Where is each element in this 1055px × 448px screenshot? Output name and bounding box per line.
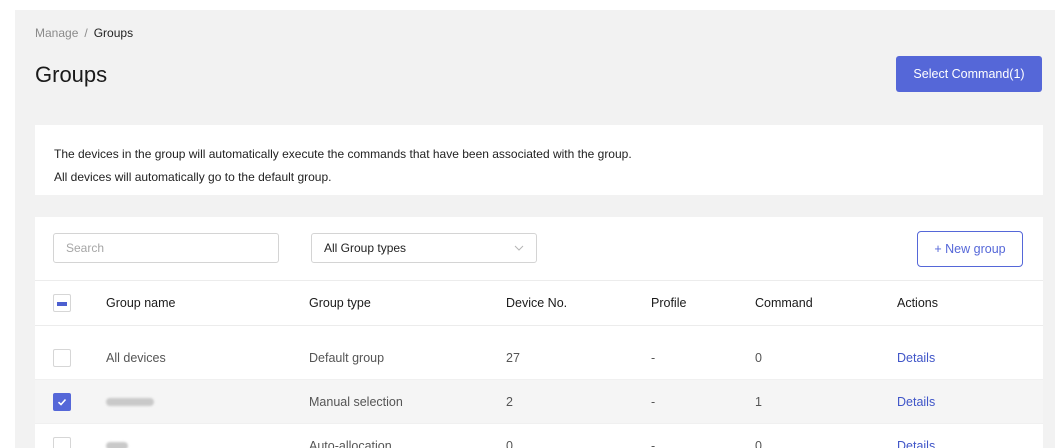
breadcrumb-separator: / xyxy=(84,26,88,40)
checkmark-icon xyxy=(57,398,67,406)
group-type-cell: Auto-allocation xyxy=(309,438,392,448)
details-link[interactable]: Details xyxy=(897,336,935,379)
breadcrumb-current: Groups xyxy=(93,26,134,40)
group-name-cell xyxy=(106,380,154,423)
profile-cell: - xyxy=(651,394,656,409)
column-header-device-no[interactable]: Device No. xyxy=(506,281,567,325)
select-command-button[interactable]: Select Command(1) xyxy=(896,56,1042,92)
group-type-cell: Default group xyxy=(309,350,385,365)
device-count-cell: 27 xyxy=(506,350,520,365)
table-row[interactable]: All devices Default group 27 - 0 Details xyxy=(35,336,1043,380)
table-row[interactable]: Auto-allocation 0 - 0 Details xyxy=(35,424,1043,448)
profile-cell: - xyxy=(651,350,656,365)
page-title: Groups xyxy=(35,62,108,87)
column-header-group-type[interactable]: Group type xyxy=(309,281,371,325)
column-header-actions: Actions xyxy=(897,296,938,310)
profile-cell: - xyxy=(651,438,656,448)
row-checkbox[interactable] xyxy=(53,437,71,448)
column-header-group-name[interactable]: Group name xyxy=(106,281,175,325)
command-cell: 0 xyxy=(755,438,762,448)
row-checkbox[interactable] xyxy=(53,393,71,411)
row-checkbox[interactable] xyxy=(53,349,71,367)
column-header-profile[interactable]: Profile xyxy=(651,281,686,325)
column-header-command[interactable]: Command xyxy=(755,281,813,325)
info-text-1: The devices in the group will automatica… xyxy=(54,147,632,161)
select-all-checkbox[interactable] xyxy=(53,294,71,312)
info-card: The devices in the group will automatica… xyxy=(35,125,1043,195)
redacted-name xyxy=(106,397,154,406)
command-cell: 0 xyxy=(755,350,762,365)
breadcrumb: Manage / Groups xyxy=(35,26,133,40)
command-cell: 1 xyxy=(755,394,762,409)
page-content: Manage / Groups Groups Select Command(1) T… xyxy=(15,10,1055,448)
group-name-cell xyxy=(106,424,128,448)
redacted-name xyxy=(106,441,128,448)
device-count-cell: 0 xyxy=(506,438,513,448)
device-count-cell: 2 xyxy=(506,394,513,409)
group-name-cell: All devices xyxy=(106,350,166,365)
details-link[interactable]: Details xyxy=(897,380,935,423)
groups-table-card: All Group types + New group Group name G… xyxy=(35,217,1043,448)
new-group-button[interactable]: + New group xyxy=(917,231,1023,267)
group-type-selected: All Group types xyxy=(324,241,407,255)
table-header: Group name Group type Device No. Profile… xyxy=(35,280,1043,326)
search-input[interactable] xyxy=(53,233,279,263)
group-type-select[interactable]: All Group types xyxy=(311,233,537,263)
table-row[interactable]: Manual selection 2 - 1 Details xyxy=(35,380,1043,424)
group-type-cell: Manual selection xyxy=(309,394,403,409)
details-link[interactable]: Details xyxy=(897,424,935,448)
breadcrumb-manage[interactable]: Manage xyxy=(35,26,78,40)
chevron-down-icon xyxy=(514,245,524,251)
info-text-2: All devices will automatically go to the… xyxy=(54,170,332,184)
